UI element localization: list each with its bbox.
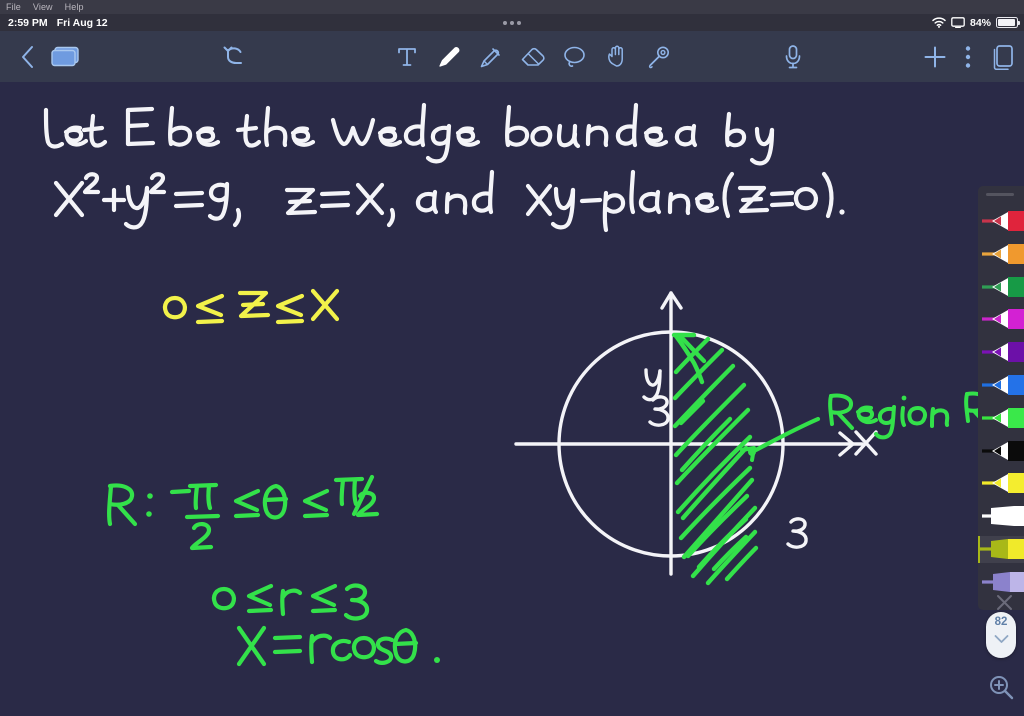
palette-drag-handle[interactable] [986,193,1014,196]
highlighter-icon[interactable] [476,42,506,72]
diagram-region-label [828,391,990,440]
menu-item-view[interactable]: View [33,0,53,14]
highlighter-olive[interactable] [978,536,1024,563]
diagram-y-axis-label [642,368,662,402]
laser-pointer-icon[interactable] [644,42,674,72]
status-bar: 2:59 PM Fri Aug 12 84% [0,14,1024,31]
chevron-down-icon[interactable] [994,631,1009,649]
pages-stack-icon[interactable] [48,42,82,72]
os-menu-bar: File View Help [0,0,1024,14]
diagram-region-arrowhead [740,446,756,462]
diagram-region-leader [749,416,821,455]
lasso-icon[interactable] [560,42,590,72]
status-bar-left: 2:59 PM Fri Aug 12 [8,14,108,31]
region-r-sketch [514,291,990,586]
notability-app-window: File View Help 2:59 PM Fri Aug 12 84% 82 [0,0,1024,716]
three-dot-menu-icon[interactable] [956,42,980,72]
pen-palette[interactable] [978,186,1024,610]
status-bar-right: 84% [932,14,1021,31]
ink-line-x-polar [236,625,440,667]
pen-black[interactable] [982,438,1024,465]
ink-line-problem-2 [53,169,845,233]
app-toolbar [0,31,1024,82]
page-number-chip[interactable]: 82 [986,612,1016,658]
pen-icon[interactable] [434,42,464,72]
new-page-icon[interactable] [988,42,1018,72]
ink-line-z-bounds [162,288,340,325]
eraser-icon[interactable] [518,42,548,72]
microphone-icon[interactable] [778,42,808,72]
three-dots-handle-icon[interactable] [503,14,521,31]
note-canvas[interactable]: Let E be the wedge bounded by x²+y² = 9,… [0,82,1024,716]
ink-layer [43,102,990,667]
pen-crimson[interactable] [982,208,1024,235]
page-number-label: 82 [994,616,1008,628]
diagram-x-radius-label [786,517,808,549]
pen-blue[interactable] [982,372,1024,399]
ink-line-problem-1 [43,102,775,166]
zoom-in-icon[interactable] [986,672,1016,702]
text-icon[interactable] [392,42,422,72]
wifi-icon [932,17,946,28]
pen-magenta[interactable] [982,306,1024,333]
status-date: Fri Aug 12 [56,16,108,29]
pen-green[interactable] [982,274,1024,301]
plus-icon[interactable] [920,42,950,72]
pointer-hand-icon[interactable] [602,42,632,72]
status-time: 2:59 PM [8,16,48,29]
ink-line-r-bounds [211,583,370,621]
battery-icon [996,17,1021,28]
back-chevron-icon[interactable] [12,42,42,72]
undo-arrow-icon[interactable] [220,42,250,72]
ink-line-theta-bounds [107,474,380,551]
diagram-y-radius-label [648,395,670,427]
pen-orange[interactable] [982,241,1024,268]
menu-item-help[interactable]: Help [65,0,84,14]
tool-group [392,42,674,72]
battery-fill [998,19,1015,26]
pen-yellow[interactable] [982,470,1024,497]
battery-percent-label: 84% [969,16,991,29]
marker-white[interactable] [982,503,1024,530]
menu-item-file[interactable]: File [6,0,21,14]
pen-purple[interactable] [982,339,1024,366]
screen-mirror-icon [951,17,965,28]
pen-bright-green[interactable] [982,405,1024,432]
